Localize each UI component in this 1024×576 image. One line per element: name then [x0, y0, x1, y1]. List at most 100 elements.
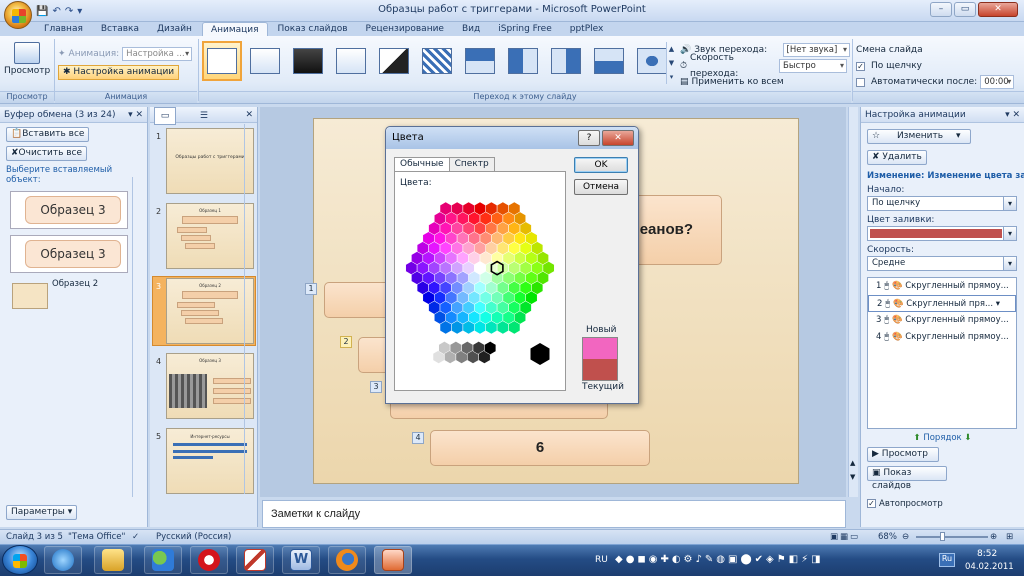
clear-all-button[interactable]: ✘Очистить все: [6, 146, 88, 161]
taskbar-ie[interactable]: [44, 546, 82, 574]
animation-list-item[interactable]: 2 🖰 🎨 Скругленный пря... ▾: [868, 295, 1016, 312]
chevron-down-icon[interactable]: ▾: [996, 299, 1000, 309]
office-button[interactable]: [4, 1, 32, 29]
tab-design[interactable]: Дизайн: [149, 22, 200, 36]
speed-combo[interactable]: Быстро: [779, 59, 848, 73]
apply-all-button[interactable]: Применить ко всем: [692, 74, 784, 90]
on-click-row[interactable]: ✓ По щелчку: [856, 58, 1022, 74]
transition-dissolve[interactable]: [417, 41, 457, 81]
animation-tag[interactable]: 1: [305, 283, 317, 295]
slides-tab-icon[interactable]: ▭: [154, 107, 176, 125]
animation-list-item[interactable]: 4 🖰 🎨 Скругленный прямоу...: [868, 329, 1016, 346]
previous-slide-icon[interactable]: ▲: [850, 459, 855, 467]
change-effect-button[interactable]: ☆ Изменить ▾: [867, 129, 971, 144]
slideshow-button[interactable]: ▣ Показ слайдов: [867, 466, 947, 491]
taskbar-messenger[interactable]: [144, 546, 182, 574]
animation-tag[interactable]: 3: [370, 381, 382, 393]
preview-button[interactable]: Просмотр: [4, 40, 50, 86]
remove-effect-button[interactable]: ✘ Удалить: [867, 150, 927, 165]
tab-review[interactable]: Рецензирование: [358, 22, 452, 36]
zoom-in-icon[interactable]: ⊕: [990, 530, 997, 544]
clipboard-item[interactable]: Образец 3: [10, 235, 128, 273]
close-icon[interactable]: ▾ ✕: [128, 107, 143, 123]
paste-all-button[interactable]: 📋Вставить все: [6, 127, 90, 142]
language-indicator[interactable]: Русский (Россия): [156, 530, 231, 544]
view-buttons[interactable]: ▣▦▭: [830, 530, 860, 544]
tab-slideshow[interactable]: Показ слайдов: [270, 22, 356, 36]
animation-tag[interactable]: 4: [412, 432, 424, 444]
black-cell[interactable]: [530, 343, 550, 365]
close-button[interactable]: ✕: [978, 2, 1018, 17]
cancel-button[interactable]: Отмена: [574, 179, 628, 195]
clipboard-item[interactable]: Образец 2: [10, 279, 128, 317]
clipboard-options-button[interactable]: Параметры ▾: [6, 505, 78, 520]
zoom-level[interactable]: 68%: [878, 530, 897, 544]
ok-button[interactable]: OK: [574, 157, 628, 173]
slide-thumbnail[interactable]: Образцы работ с триггерами: [166, 128, 254, 194]
transition-fade-smoothly[interactable]: [245, 41, 285, 81]
taskbar-firefox[interactable]: [328, 546, 366, 574]
autopreview-checkbox[interactable]: ✓: [867, 499, 876, 508]
taskbar-opera[interactable]: [190, 546, 228, 574]
zoom-out-icon[interactable]: ⊖: [902, 530, 909, 544]
close-icon[interactable]: ✕: [245, 107, 253, 123]
fill-color-combo[interactable]: ▾: [867, 226, 1017, 241]
fit-window-icon[interactable]: ⊞: [1006, 530, 1013, 544]
slide-thumbnail[interactable]: Интернет-ресурсы: [166, 428, 254, 494]
zoom-slider[interactable]: [916, 536, 988, 538]
transition-cut[interactable]: [331, 41, 371, 81]
animation-list-item[interactable]: 1 🖰 🎨 Скругленный прямоу...: [868, 278, 1016, 295]
outline-tab-icon[interactable]: ☰: [193, 108, 215, 124]
tab-custom-colors[interactable]: Спектр: [448, 157, 495, 171]
sound-combo[interactable]: [Нет звука]: [782, 43, 850, 57]
zoom-slider-thumb[interactable]: [940, 532, 945, 541]
animation-tag[interactable]: 2: [340, 336, 352, 348]
tab-home[interactable]: Главная: [36, 22, 91, 36]
help-button[interactable]: ?: [578, 130, 600, 146]
clock-time[interactable]: 8:52: [977, 549, 997, 559]
transition-wipe-up[interactable]: [589, 41, 629, 81]
answer-box-4[interactable]: 6: [430, 430, 650, 466]
slides-scrollbar[interactable]: [244, 124, 254, 494]
move-down-icon[interactable]: ⬇: [964, 433, 971, 443]
play-button[interactable]: ▶ Просмотр: [867, 447, 939, 462]
gallery-scroll[interactable]: ▲ ▼ ▾: [666, 42, 676, 84]
on-click-checkbox[interactable]: ✓: [856, 61, 865, 71]
keyboard-layout-icon[interactable]: Ru: [939, 553, 955, 567]
autopreview-row[interactable]: ✓ Автопросмотр: [867, 499, 1024, 509]
dialog-close-button[interactable]: ✕: [602, 130, 634, 146]
taskbar-word[interactable]: W: [282, 546, 320, 574]
spellcheck-icon[interactable]: ✓: [132, 530, 139, 544]
slide-thumbnail[interactable]: Образец 2: [166, 278, 254, 344]
auto-after-checkbox[interactable]: [856, 77, 865, 87]
move-up-icon[interactable]: ⬆: [914, 433, 921, 443]
maximize-button[interactable]: ▭: [954, 2, 976, 17]
slide-thumbnail[interactable]: Образец 3: [166, 353, 254, 419]
language-indicator[interactable]: RU: [595, 555, 608, 565]
transition-wipe-left[interactable]: [503, 41, 543, 81]
tab-insert[interactable]: Вставка: [93, 22, 147, 36]
custom-animation-button[interactable]: ✱ Настройка анимации: [58, 64, 180, 80]
tab-animations[interactable]: Анимация: [201, 22, 268, 36]
clipboard-scrollbar[interactable]: [132, 177, 142, 497]
animation-combo[interactable]: Настройка ...: [122, 47, 193, 61]
transition-none[interactable]: [202, 41, 242, 81]
transition-cut-black[interactable]: [374, 41, 414, 81]
speed-combo[interactable]: Средне ▾: [867, 256, 1017, 271]
clipboard-item[interactable]: Образец 3: [10, 191, 128, 229]
close-icon[interactable]: ▾ ✕: [1005, 107, 1020, 123]
color-honeycomb[interactable]: [395, 186, 565, 386]
transition-wipe-right[interactable]: [546, 41, 586, 81]
start-button[interactable]: [2, 545, 38, 575]
tray-icons[interactable]: ◆●◼◉✚◐⚙♪✎◍▣⬤✔◈⚑◧⚡◨: [615, 554, 824, 565]
taskbar-explorer[interactable]: [94, 546, 132, 574]
slide-thumbnail[interactable]: Образец 1: [166, 203, 254, 269]
taskbar-chart-app[interactable]: [236, 546, 274, 574]
notes-pane[interactable]: Заметки к слайду: [262, 500, 846, 528]
apply-all-row[interactable]: ▤ Применить ко всем: [680, 74, 850, 90]
transition-wipe-down[interactable]: [460, 41, 500, 81]
transition-fade-black[interactable]: [288, 41, 328, 81]
clock-date[interactable]: 04.02.2011: [965, 562, 1014, 572]
tab-view[interactable]: Вид: [454, 22, 488, 36]
next-slide-icon[interactable]: ▼: [850, 473, 855, 481]
